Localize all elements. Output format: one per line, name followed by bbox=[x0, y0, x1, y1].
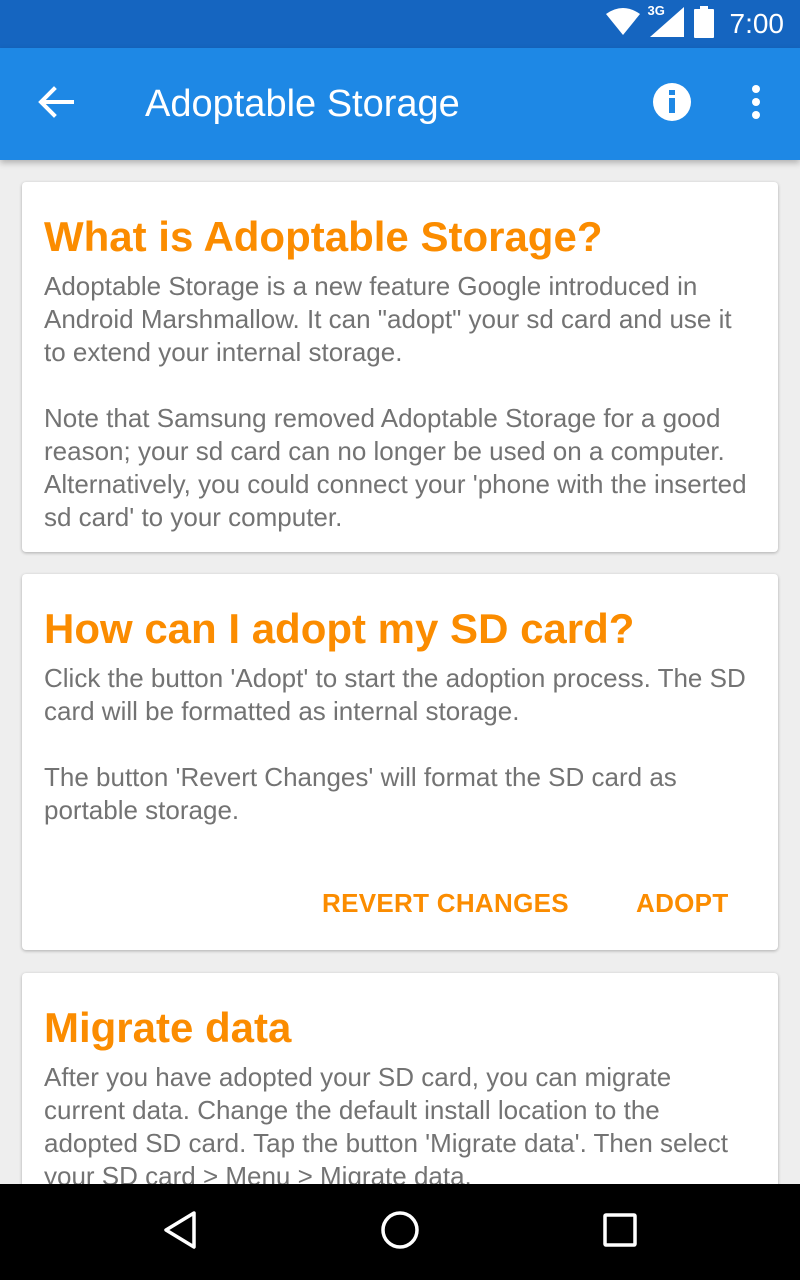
nav-recents-button[interactable] bbox=[588, 1200, 652, 1264]
arrow-back-icon bbox=[38, 85, 74, 123]
info-button[interactable] bbox=[640, 72, 704, 136]
card-paragraph: Adoptable Storage is a new feature Googl… bbox=[44, 271, 732, 367]
back-triangle-icon bbox=[162, 1210, 198, 1255]
card-how-to-adopt: How can I adopt my SD card? Click the bu… bbox=[22, 574, 778, 950]
content-scroll[interactable]: What is Adoptable Storage? Adoptable Sto… bbox=[0, 160, 800, 1184]
card-actions: REVERT CHANGES ADOPT bbox=[22, 860, 778, 950]
card-paragraph: Note that Samsung removed Adoptable Stor… bbox=[44, 403, 747, 532]
card-title: What is Adoptable Storage? bbox=[44, 213, 603, 260]
more-vert-icon bbox=[751, 84, 761, 125]
card-what-is: What is Adoptable Storage? Adoptable Sto… bbox=[22, 182, 778, 552]
home-circle-icon bbox=[380, 1210, 420, 1255]
battery-icon bbox=[693, 5, 714, 43]
card-paragraph: The button 'Revert Changes' will format … bbox=[44, 762, 677, 825]
status-icons: 3G 7:00 bbox=[605, 0, 785, 48]
adopt-button[interactable]: ADOPT bbox=[636, 858, 729, 948]
card-migrate-data: Migrate data After you have adopted your… bbox=[22, 973, 778, 1184]
card-paragraph: After you have adopted your SD card, you… bbox=[44, 1062, 728, 1184]
back-button[interactable] bbox=[24, 72, 88, 136]
recents-square-icon bbox=[602, 1212, 638, 1253]
navigation-bar bbox=[0, 1184, 800, 1280]
cell-signal-icon: 3G bbox=[648, 3, 684, 42]
card-paragraph: Click the button 'Adopt' to start the ad… bbox=[44, 663, 746, 726]
page-title: Adoptable Storage bbox=[145, 83, 460, 125]
card-title: Migrate data bbox=[44, 1004, 292, 1051]
nav-back-button[interactable] bbox=[148, 1200, 212, 1264]
info-icon bbox=[652, 82, 692, 127]
more-options-button[interactable] bbox=[724, 72, 788, 136]
wifi-icon bbox=[605, 7, 640, 41]
app-bar: Adoptable Storage bbox=[0, 48, 800, 160]
network-type-label: 3G bbox=[647, 2, 665, 18]
nav-home-button[interactable] bbox=[368, 1200, 432, 1264]
status-time: 7:00 bbox=[729, 8, 785, 39]
status-bar: 3G 7:00 bbox=[0, 0, 800, 48]
card-title: How can I adopt my SD card? bbox=[44, 605, 635, 652]
revert-changes-button[interactable]: REVERT CHANGES bbox=[322, 858, 569, 948]
